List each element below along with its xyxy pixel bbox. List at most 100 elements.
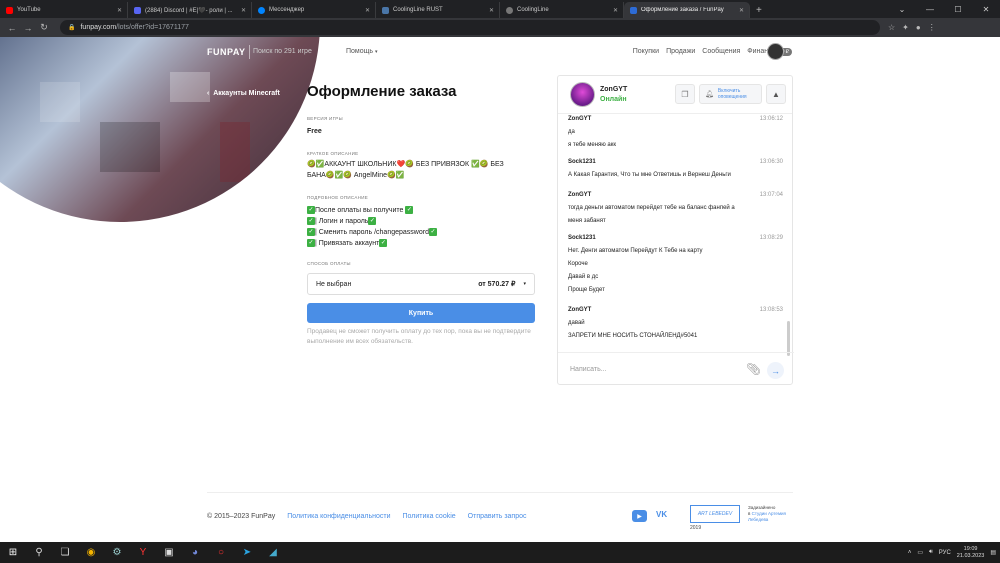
chevron-left-icon: ‹ xyxy=(207,90,210,97)
tab-discord[interactable]: (2884) Discord | #E|🖤- роли | ... ✕ xyxy=(128,2,252,18)
reload-icon[interactable]: ↻ xyxy=(36,22,52,33)
yandex-icon[interactable]: Y xyxy=(130,542,156,563)
extensions-area: ☆ ✦ ● ⋮ xyxy=(888,18,936,37)
nav-sales[interactable]: Продажи xyxy=(666,48,695,55)
search-icon[interactable]: ⚲ xyxy=(322,47,328,56)
maximize-icon[interactable]: ☐ xyxy=(944,0,972,18)
site-header: FUNPAY Поиск по 291 игре ⚲ Помощь ▾ Поку… xyxy=(0,37,1000,69)
detail-description: ✓После оплаты вы получите ✓ ✓| Логин и п… xyxy=(307,206,437,248)
puzzle-icon[interactable]: ✦ xyxy=(902,23,909,32)
forward-icon[interactable]: → xyxy=(20,23,36,33)
browser-toolbar: ← → ↻ 🔒 funpay.com/lots/offer?id=1767117… xyxy=(0,18,1000,37)
message-input[interactable]: Написать... xyxy=(570,366,607,373)
copyright: © 2015–2023 FunPay xyxy=(207,513,276,520)
telegram-icon[interactable]: ➤ xyxy=(234,542,260,563)
profile-icon[interactable]: ● xyxy=(916,23,921,32)
bell-icon: 🔔︎ xyxy=(705,91,714,98)
send-request-link[interactable]: Отправить запрос xyxy=(468,513,527,520)
opera-icon[interactable]: ○ xyxy=(208,542,234,563)
warning-icon: ▲ xyxy=(772,89,780,99)
help-menu[interactable]: Помощь ▾ xyxy=(346,48,378,55)
menu-icon[interactable]: ⋮ xyxy=(928,23,936,32)
message: ZonGYT 13:07:04 тогда деньги автоматом п… xyxy=(568,192,783,224)
app-icon[interactable]: ◢ xyxy=(260,542,286,563)
art-lebedev-year: 2019 xyxy=(690,525,702,531)
arrow-right-icon: → xyxy=(771,365,780,376)
notifications-icon[interactable]: ▤ xyxy=(990,549,996,556)
report-button[interactable]: ▲ xyxy=(766,84,786,104)
seller-avatar[interactable] xyxy=(570,82,595,107)
back-icon[interactable]: ← xyxy=(4,23,20,33)
close-icon[interactable]: ✕ xyxy=(739,7,744,14)
avatar[interactable] xyxy=(767,43,784,60)
youtube-icon[interactable]: ▶ xyxy=(632,510,647,522)
close-icon[interactable]: ✕ xyxy=(489,7,494,14)
close-icon[interactable]: ✕ xyxy=(613,7,618,14)
tab-messenger[interactable]: Мессенджер ✕ xyxy=(252,2,376,18)
chat-panel: ZonGYT Онлайн ❐ 🔔︎ Включить оповещения ▲ … xyxy=(557,75,794,385)
chevron-down-icon: ▾ xyxy=(375,49,378,55)
privacy-policy-link[interactable]: Политика конфиденциальности xyxy=(287,513,390,520)
short-description: 🥝✅АККАУНТ ШКОЛЬНИК❤️🥝 БЕЗ ПРИВЯЗОК ✅🥝 БЕ… xyxy=(307,161,504,179)
window-controls: ⌄ — ☐ ✕ xyxy=(888,0,1000,18)
funpay-logo[interactable]: FUNPAY xyxy=(207,47,246,57)
network-icon[interactable]: ▭ xyxy=(917,549,923,556)
chevron-up-icon[interactable]: ˄ xyxy=(908,550,912,556)
cookie-policy-link[interactable]: Политика cookie xyxy=(403,513,456,520)
designed-by: Задизайнено в Студии Артемия Лебедева xyxy=(748,505,786,522)
tab-coolingline[interactable]: CoolingLine ✕ xyxy=(500,2,624,18)
studio-link[interactable]: Студии Артемия xyxy=(752,511,786,516)
nav-purchases[interactable]: Покупки xyxy=(633,48,659,55)
chat-header: ZonGYT Онлайн ❐ 🔔︎ Включить оповещения ▲ xyxy=(558,76,792,114)
enable-notifications-button[interactable]: 🔔︎ Включить оповещения xyxy=(699,84,762,104)
art-lebedev-logo[interactable]: ART LEBEDEV xyxy=(690,505,740,523)
payment-method-select[interactable]: Не выбран от 570.27 ₽ ▾ xyxy=(307,273,535,295)
check-icon: ✓ xyxy=(307,206,315,215)
address-bar[interactable]: 🔒 funpay.com/lots/offer?id=17671177 xyxy=(60,20,880,35)
language-indicator[interactable]: РУС xyxy=(939,550,951,556)
task-view-icon[interactable]: ❏ xyxy=(52,542,78,563)
search-input[interactable]: Поиск по 291 игре xyxy=(249,45,329,59)
chevron-down-icon[interactable]: ⌄ xyxy=(888,0,916,18)
seller-status: Онлайн xyxy=(600,96,627,103)
minimize-icon[interactable]: — xyxy=(916,0,944,18)
page-title: Оформление заказа xyxy=(307,83,457,100)
new-tab-button[interactable]: + xyxy=(756,2,762,18)
close-icon[interactable]: ✕ xyxy=(241,7,246,14)
epic-games-icon[interactable]: ▣ xyxy=(156,542,182,563)
tab-coolingline-rust[interactable]: CoolingLine RUST ✕ xyxy=(376,2,500,18)
tab-funpay-order[interactable]: Оформление заказа / FunPay ✕ xyxy=(624,2,750,18)
buy-button[interactable]: Купить xyxy=(307,303,535,323)
breadcrumb[interactable]: ‹ Аккаунты Minecraft xyxy=(207,90,280,97)
vk-icon[interactable]: VK xyxy=(656,510,673,522)
windows-taskbar: ⊞ ⚲ ❏ ◉ ⚙ Y ▣ ◕ ○ ➤ ◢ ˄ ▭ 🔊︎ РУС 19:09 2… xyxy=(0,542,1000,563)
close-window-icon[interactable]: ✕ xyxy=(972,0,1000,18)
nav-messages[interactable]: Сообщения xyxy=(702,48,740,55)
chat-scrollbar[interactable] xyxy=(787,321,790,356)
tab-youtube[interactable]: YouTube ✕ xyxy=(0,2,128,18)
check-icon: ✓ xyxy=(307,228,315,237)
check-icon: ✓ xyxy=(405,206,414,215)
messenger-icon xyxy=(258,6,265,14)
message: Sock1231 13:06:30 А Какая Гарантия, Что … xyxy=(568,159,783,178)
clock[interactable]: 19:09 21.03.2023 xyxy=(957,546,985,560)
close-icon[interactable]: ✕ xyxy=(117,7,122,14)
copy-button[interactable]: ❐ xyxy=(675,84,695,104)
search-icon[interactable]: ⚲ xyxy=(26,542,52,563)
star-icon[interactable]: ☆ xyxy=(888,23,895,32)
chevron-down-icon[interactable]: ▾ xyxy=(788,49,791,56)
send-button[interactable]: → xyxy=(767,362,784,379)
chrome-icon[interactable]: ◉ xyxy=(78,542,104,563)
price-value: от 570.27 ₽ xyxy=(478,281,516,288)
steam-icon[interactable]: ⚙ xyxy=(104,542,130,563)
volume-icon[interactable]: 🔊︎ xyxy=(929,549,933,556)
message: ZonGYT 13:08:53 давай ЗАПРЕТИ МНЕ НОСИТЬ… xyxy=(568,307,783,339)
close-icon[interactable]: ✕ xyxy=(365,7,370,14)
site-footer: © 2015–2023 FunPay Политика конфиденциал… xyxy=(207,513,527,520)
seller-name[interactable]: ZonGYT xyxy=(600,86,627,93)
windows-start-icon[interactable]: ⊞ xyxy=(0,542,26,563)
discord-icon[interactable]: ◕ xyxy=(182,542,208,563)
vk-icon xyxy=(382,6,389,14)
message-list[interactable]: ZonGYT 13:06:12 да я тебе меняю акк Sock… xyxy=(558,114,794,352)
paperclip-icon[interactable]: 📎︎ xyxy=(746,362,761,376)
